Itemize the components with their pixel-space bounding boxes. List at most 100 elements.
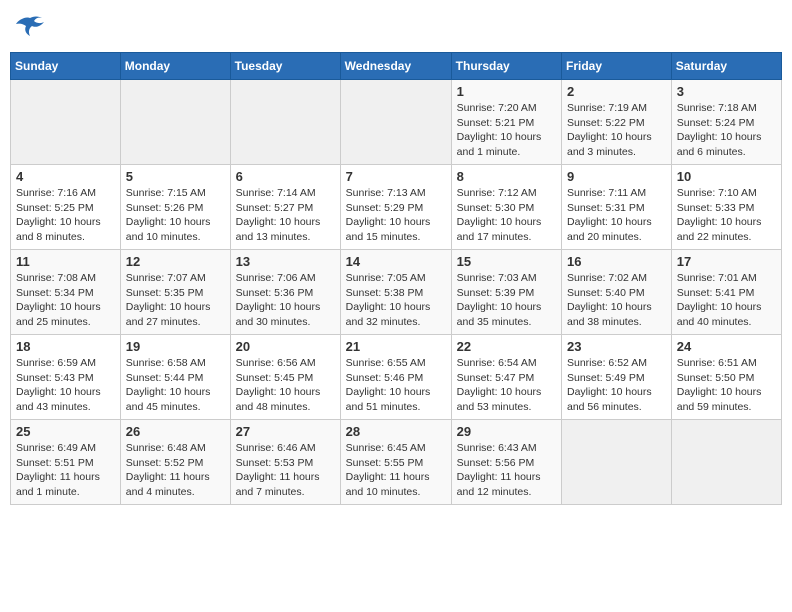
weekday-header-wednesday: Wednesday <box>340 53 451 80</box>
calendar-day-cell: 13 Sunrise: 7:06 AM Sunset: 5:36 PM Dayli… <box>230 250 340 335</box>
day-info: Sunrise: 6:58 AM Sunset: 5:44 PM Dayligh… <box>126 356 225 415</box>
day-number: 14 <box>346 254 446 269</box>
day-info: Sunrise: 6:59 AM Sunset: 5:43 PM Dayligh… <box>16 356 115 415</box>
calendar-day-cell: 24 Sunrise: 6:51 AM Sunset: 5:50 PM Dayli… <box>671 335 781 420</box>
calendar-day-cell: 29 Sunrise: 6:43 AM Sunset: 5:56 PM Dayli… <box>451 420 561 505</box>
day-number: 6 <box>236 169 335 184</box>
day-number: 17 <box>677 254 776 269</box>
day-number: 9 <box>567 169 666 184</box>
day-number: 29 <box>457 424 556 439</box>
day-info: Sunrise: 7:14 AM Sunset: 5:27 PM Dayligh… <box>236 186 335 245</box>
day-number: 1 <box>457 84 556 99</box>
weekday-header-thursday: Thursday <box>451 53 561 80</box>
calendar-day-cell: 20 Sunrise: 6:56 AM Sunset: 5:45 PM Dayli… <box>230 335 340 420</box>
day-info: Sunrise: 6:45 AM Sunset: 5:55 PM Dayligh… <box>346 441 446 500</box>
calendar-day-cell: 6 Sunrise: 7:14 AM Sunset: 5:27 PM Daylig… <box>230 165 340 250</box>
calendar-day-cell: 4 Sunrise: 7:16 AM Sunset: 5:25 PM Daylig… <box>11 165 121 250</box>
day-number: 23 <box>567 339 666 354</box>
day-number: 4 <box>16 169 115 184</box>
day-info: Sunrise: 6:43 AM Sunset: 5:56 PM Dayligh… <box>457 441 556 500</box>
calendar-day-cell: 11Sunrise: 7:08 AM Sunset: 5:34 PM Dayli… <box>11 250 121 335</box>
calendar-week-row: 1 Sunrise: 7:20 AM Sunset: 5:21 PM Daylig… <box>11 80 782 165</box>
calendar-day-cell: 3Sunrise: 7:18 AM Sunset: 5:24 PM Daylig… <box>671 80 781 165</box>
weekday-header-friday: Friday <box>562 53 672 80</box>
day-info: Sunrise: 7:20 AM Sunset: 5:21 PM Dayligh… <box>457 101 556 160</box>
day-number: 7 <box>346 169 446 184</box>
calendar-day-cell: 7 Sunrise: 7:13 AM Sunset: 5:29 PM Daylig… <box>340 165 451 250</box>
day-number: 5 <box>126 169 225 184</box>
calendar-day-cell: 18 Sunrise: 6:59 AM Sunset: 5:43 PM Dayli… <box>11 335 121 420</box>
weekday-header-saturday: Saturday <box>671 53 781 80</box>
day-info: Sunrise: 7:13 AM Sunset: 5:29 PM Dayligh… <box>346 186 446 245</box>
day-info: Sunrise: 7:11 AM Sunset: 5:31 PM Dayligh… <box>567 186 666 245</box>
day-info: Sunrise: 7:03 AM Sunset: 5:39 PM Dayligh… <box>457 271 556 330</box>
day-info: Sunrise: 7:16 AM Sunset: 5:25 PM Dayligh… <box>16 186 115 245</box>
day-info: Sunrise: 7:07 AM Sunset: 5:35 PM Dayligh… <box>126 271 225 330</box>
day-info: Sunrise: 7:01 AM Sunset: 5:41 PM Dayligh… <box>677 271 776 330</box>
day-info: Sunrise: 6:51 AM Sunset: 5:50 PM Dayligh… <box>677 356 776 415</box>
day-number: 15 <box>457 254 556 269</box>
day-info: Sunrise: 6:48 AM Sunset: 5:52 PM Dayligh… <box>126 441 225 500</box>
day-info: Sunrise: 7:02 AM Sunset: 5:40 PM Dayligh… <box>567 271 666 330</box>
day-info: Sunrise: 6:52 AM Sunset: 5:49 PM Dayligh… <box>567 356 666 415</box>
calendar-day-cell: 26Sunrise: 6:48 AM Sunset: 5:52 PM Dayli… <box>120 420 230 505</box>
calendar-week-row: 4 Sunrise: 7:16 AM Sunset: 5:25 PM Daylig… <box>11 165 782 250</box>
calendar-day-cell: 10 Sunrise: 7:10 AM Sunset: 5:33 PM Dayli… <box>671 165 781 250</box>
day-number: 27 <box>236 424 335 439</box>
calendar-day-cell <box>671 420 781 505</box>
calendar-day-cell: 15 Sunrise: 7:03 AM Sunset: 5:39 PM Dayli… <box>451 250 561 335</box>
calendar-day-cell: 16Sunrise: 7:02 AM Sunset: 5:40 PM Dayli… <box>562 250 672 335</box>
calendar-day-cell <box>120 80 230 165</box>
day-info: Sunrise: 6:55 AM Sunset: 5:46 PM Dayligh… <box>346 356 446 415</box>
day-number: 22 <box>457 339 556 354</box>
header <box>10 10 782 44</box>
weekday-header-tuesday: Tuesday <box>230 53 340 80</box>
day-number: 18 <box>16 339 115 354</box>
day-info: Sunrise: 7:15 AM Sunset: 5:26 PM Dayligh… <box>126 186 225 245</box>
calendar-week-row: 18 Sunrise: 6:59 AM Sunset: 5:43 PM Dayli… <box>11 335 782 420</box>
calendar-week-row: 25Sunrise: 6:49 AM Sunset: 5:51 PM Dayli… <box>11 420 782 505</box>
logo <box>14 16 44 38</box>
calendar-day-cell: 8 Sunrise: 7:12 AM Sunset: 5:30 PM Daylig… <box>451 165 561 250</box>
calendar-day-cell: 19 Sunrise: 6:58 AM Sunset: 5:44 PM Dayli… <box>120 335 230 420</box>
calendar-day-cell: 9 Sunrise: 7:11 AM Sunset: 5:31 PM Daylig… <box>562 165 672 250</box>
day-info: Sunrise: 7:06 AM Sunset: 5:36 PM Dayligh… <box>236 271 335 330</box>
day-number: 11 <box>16 254 115 269</box>
day-info: Sunrise: 7:19 AM Sunset: 5:22 PM Dayligh… <box>567 101 666 160</box>
calendar-day-cell: 5 Sunrise: 7:15 AM Sunset: 5:26 PM Daylig… <box>120 165 230 250</box>
day-number: 3 <box>677 84 776 99</box>
day-number: 2 <box>567 84 666 99</box>
day-number: 20 <box>236 339 335 354</box>
day-info: Sunrise: 7:10 AM Sunset: 5:33 PM Dayligh… <box>677 186 776 245</box>
day-number: 8 <box>457 169 556 184</box>
calendar-day-cell <box>562 420 672 505</box>
calendar-day-cell <box>11 80 121 165</box>
calendar-day-cell: 27Sunrise: 6:46 AM Sunset: 5:53 PM Dayli… <box>230 420 340 505</box>
calendar-header-row: SundayMondayTuesdayWednesdayThursdayFrid… <box>11 53 782 80</box>
calendar-day-cell: 21 Sunrise: 6:55 AM Sunset: 5:46 PM Dayli… <box>340 335 451 420</box>
calendar-week-row: 11Sunrise: 7:08 AM Sunset: 5:34 PM Dayli… <box>11 250 782 335</box>
day-number: 21 <box>346 339 446 354</box>
calendar-day-cell: 2 Sunrise: 7:19 AM Sunset: 5:22 PM Daylig… <box>562 80 672 165</box>
weekday-header-monday: Monday <box>120 53 230 80</box>
day-number: 13 <box>236 254 335 269</box>
calendar-day-cell: 1 Sunrise: 7:20 AM Sunset: 5:21 PM Daylig… <box>451 80 561 165</box>
calendar-day-cell <box>340 80 451 165</box>
day-info: Sunrise: 7:12 AM Sunset: 5:30 PM Dayligh… <box>457 186 556 245</box>
day-number: 19 <box>126 339 225 354</box>
calendar-day-cell: 12 Sunrise: 7:07 AM Sunset: 5:35 PM Dayli… <box>120 250 230 335</box>
calendar-day-cell: 22Sunrise: 6:54 AM Sunset: 5:47 PM Dayli… <box>451 335 561 420</box>
weekday-header-sunday: Sunday <box>11 53 121 80</box>
day-number: 28 <box>346 424 446 439</box>
calendar-table: SundayMondayTuesdayWednesdayThursdayFrid… <box>10 52 782 505</box>
logo-bird-icon <box>16 16 44 38</box>
calendar-day-cell: 23 Sunrise: 6:52 AM Sunset: 5:49 PM Dayli… <box>562 335 672 420</box>
day-number: 24 <box>677 339 776 354</box>
calendar-day-cell: 25Sunrise: 6:49 AM Sunset: 5:51 PM Dayli… <box>11 420 121 505</box>
day-info: Sunrise: 6:49 AM Sunset: 5:51 PM Dayligh… <box>16 441 115 500</box>
calendar-day-cell: 17 Sunrise: 7:01 AM Sunset: 5:41 PM Dayli… <box>671 250 781 335</box>
day-number: 10 <box>677 169 776 184</box>
calendar-day-cell: 14Sunrise: 7:05 AM Sunset: 5:38 PM Dayli… <box>340 250 451 335</box>
day-number: 12 <box>126 254 225 269</box>
day-info: Sunrise: 6:56 AM Sunset: 5:45 PM Dayligh… <box>236 356 335 415</box>
